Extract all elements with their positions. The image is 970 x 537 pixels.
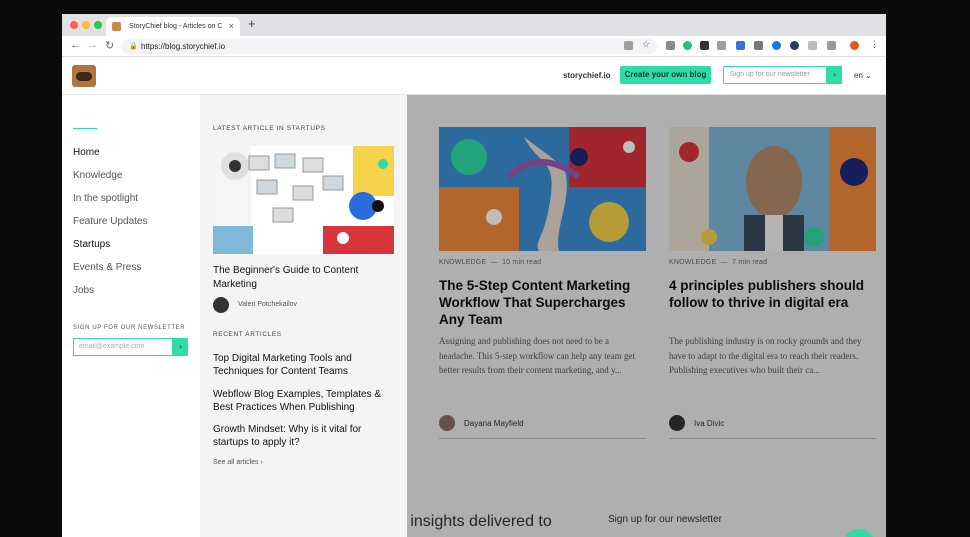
recent-article-link[interactable]: Growth Mindset: Why is it vital for star… [213,424,391,449]
sidebar-menu: Home Knowledge In the spotlight Feature … [62,95,200,537]
extension-icon[interactable] [772,41,781,50]
accent-line [73,128,97,129]
sidebar-item-spotlight[interactable]: In the spotlight [73,193,138,204]
forward-button[interactable]: → [87,39,98,51]
author-name: Valeri Potchekailov [238,301,298,308]
sidebar-item-knowledge[interactable]: Knowledge [73,170,122,181]
sidebar-item-startups[interactable]: Startups [73,239,110,250]
see-all-articles-link[interactable]: See all articles › [213,459,263,466]
create-blog-button[interactable]: Create your own blog [620,66,711,84]
extension-icon[interactable] [683,41,692,50]
url-text: https://blog.storychief.io [141,42,226,51]
new-tab-button[interactable]: + [248,16,256,31]
sidebar-item-feature-updates[interactable]: Feature Updates [73,216,148,227]
site-header: storychief.io Create your own blog Sign … [62,57,886,95]
header-newsletter-input[interactable]: Sign up for our newsletter [723,66,827,84]
storychief-logo[interactable] [72,65,96,87]
browser-tab[interactable]: StoryChief blog - Articles on C × [106,17,240,36]
latest-article-image[interactable] [213,146,394,254]
language-selector[interactable]: en ⌄ [854,71,872,80]
lock-icon: 🔒 [129,43,138,50]
profile-avatar[interactable] [850,41,859,50]
maximize-window-button[interactable] [94,21,102,29]
author-avatar [213,297,229,313]
header-newsletter-submit[interactable]: › [827,66,842,84]
reload-button[interactable]: ↻ [105,39,114,52]
url-field[interactable]: 🔒 https://blog.storychief.io [121,39,657,54]
extension-icon[interactable] [754,41,763,50]
tab-close-icon[interactable]: × [229,21,234,31]
extension-icon[interactable] [790,41,799,50]
tab-bar: StoryChief blog - Articles on C × + [62,14,886,36]
address-bar: ← → ↻ 🔒 https://blog.storychief.io ☆ ⋮ [62,36,886,57]
star-icon[interactable]: ☆ [642,39,651,49]
extension-icon[interactable] [666,41,675,50]
menu-icon[interactable]: ⋮ [870,39,879,49]
recent-articles-label: RECENT ARTICLES [213,331,282,338]
browser-window: StoryChief blog - Articles on C × + ← → … [62,14,886,537]
camera-icon[interactable] [827,41,836,50]
sidebar-item-jobs[interactable]: Jobs [73,285,94,296]
extension-icon[interactable] [700,41,709,50]
recent-article-link[interactable]: Top Digital Marketing Tools and Techniqu… [213,353,391,378]
sidebar-newsletter-input[interactable]: email@example.com [73,338,173,356]
sidebar-item-home[interactable]: Home [73,147,100,158]
storychief-link[interactable]: storychief.io [563,71,611,80]
recent-article-link[interactable]: Webflow Blog Examples, Templates & Best … [213,389,391,414]
latest-article-label: LATEST ARTICLE IN STARTUPS [213,125,326,132]
extension-icon[interactable] [736,41,745,50]
extension-icon[interactable] [808,41,817,50]
close-window-button[interactable] [70,21,78,29]
extension-icon[interactable] [717,41,726,50]
favicon-icon [112,22,121,31]
back-button[interactable]: ← [70,39,81,51]
startups-dropdown-panel: LATEST ARTICLE IN STARTUPS The Beginner'… [200,95,407,537]
minimize-window-button[interactable] [82,21,90,29]
sidebar-item-events[interactable]: Events & Press [73,262,141,273]
sidebar-newsletter-label: SIGN UP FOR OUR NEWSLETTER [73,325,186,331]
latest-article-title[interactable]: The Beginner's Guide to Content Marketin… [213,264,394,292]
translate-icon[interactable] [624,41,633,50]
sidebar-newsletter-submit[interactable]: › [173,338,188,356]
tab-title: StoryChief blog - Articles on C [129,23,223,30]
